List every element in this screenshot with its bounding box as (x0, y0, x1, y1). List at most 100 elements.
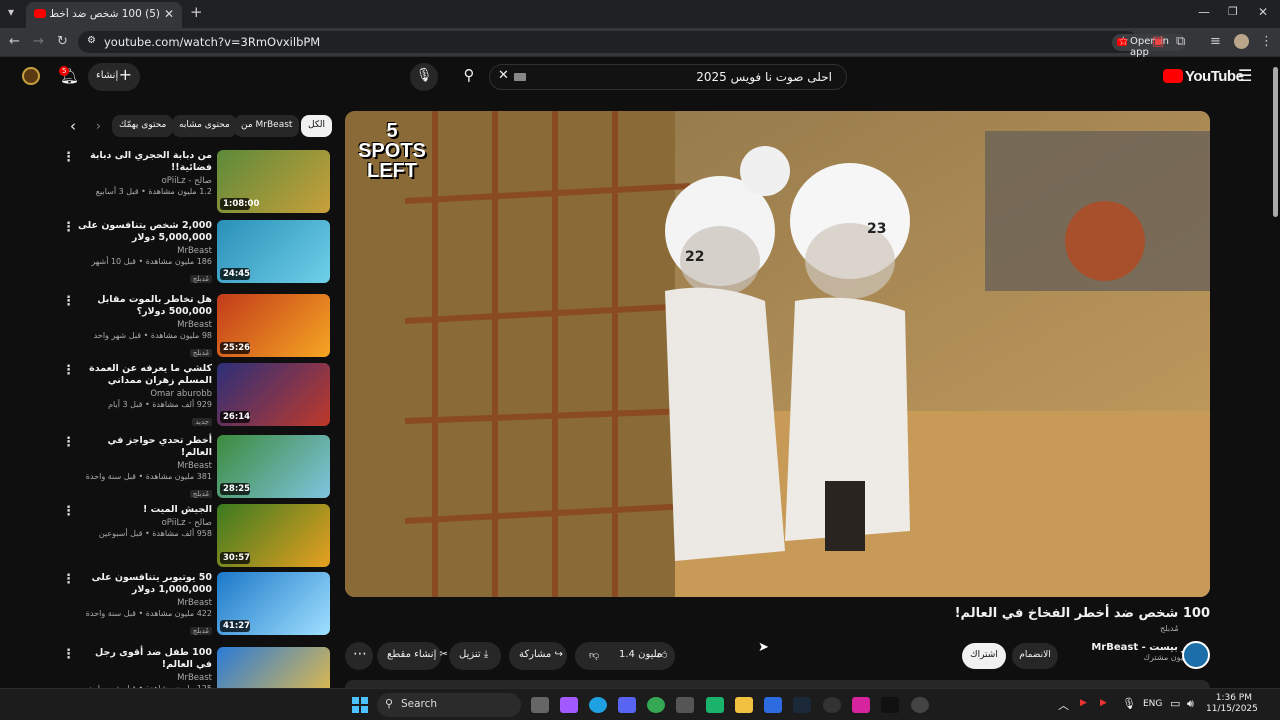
new-tab-icon[interactable]: + (190, 3, 203, 21)
reload-icon[interactable]: ↻ (57, 34, 68, 49)
recommendation-thumbnail[interactable]: 25:26 (217, 294, 330, 357)
windows-start-icon[interactable] (352, 697, 368, 713)
hamburger-menu-icon[interactable]: ☰ (1238, 66, 1252, 85)
bookmark-star-icon[interactable]: ☆ (1118, 34, 1129, 48)
more-options-icon[interactable]: ⋮ (62, 294, 75, 309)
browser-menu-icon[interactable]: ⋮ (1260, 34, 1273, 49)
tray-app-icon[interactable]: ▶ (1080, 698, 1087, 708)
instagram-icon[interactable] (852, 697, 870, 713)
recommendation-thumbnail[interactable]: 26:14 (217, 363, 330, 426)
discord-icon[interactable] (618, 697, 636, 713)
url-field[interactable]: ⚙ youtube.com/watch?v=3RmOvxilbPM Open i… (78, 31, 1186, 58)
scrollbar-thumb[interactable] (1273, 67, 1278, 217)
tab-list-icon[interactable]: ▾ (8, 5, 14, 19)
recommendation-channel[interactable]: صالح - oPiiLz (76, 176, 212, 186)
download-button[interactable]: تنزيل ⤓ (449, 642, 501, 670)
more-options-icon[interactable]: ⋮ (62, 572, 75, 587)
clear-search-icon[interactable]: ✕ (498, 68, 509, 83)
search-input[interactable]: احلى صوت نا فويس 2025 ✕ (489, 64, 847, 90)
recommendation-item[interactable]: ⋮ 50 يوتيوبر يتنافسون على 1,000,000 دولا… (60, 572, 332, 636)
close-tab-icon[interactable]: ✕ (164, 7, 174, 21)
recommendation-item[interactable]: ⋮ 2,000 شخص يتنافسون على 5,000,000 دولار… (60, 220, 332, 284)
recommendation-thumbnail[interactable]: 28:25 (217, 435, 330, 498)
more-options-icon[interactable]: ⋮ (62, 150, 75, 165)
more-options-icon[interactable]: ⋮ (62, 363, 75, 378)
forward-icon[interactable]: → (33, 34, 44, 49)
obs-icon[interactable] (823, 697, 841, 713)
join-button[interactable]: الانضمام (1012, 643, 1058, 669)
search-button[interactable]: ⚲ (450, 64, 488, 90)
recommendation-item[interactable]: ⋮ كلشي ما يعرفه عن العمدة المسلم زهران م… (60, 363, 332, 427)
chip-similar[interactable]: محتوى مشابه (172, 115, 237, 137)
file-explorer-icon[interactable] (735, 697, 753, 713)
recommendation-channel[interactable]: MrBeast (76, 246, 212, 256)
recommendation-channel[interactable]: MrBeast (76, 461, 212, 471)
extension-icon[interactable]: ▣ (1152, 34, 1164, 49)
edge-icon[interactable] (589, 697, 607, 713)
copilot-icon[interactable] (560, 697, 578, 713)
more-options-icon[interactable]: ⋮ (62, 435, 75, 450)
recommendation-thumbnail[interactable]: 1:08:00 (217, 150, 330, 213)
chips-prev-arrow-icon[interactable]: ‹ (70, 117, 76, 135)
recommendation-info: الجيش الميت ! صالح - oPiiLz 958 ألف مشاه… (76, 504, 212, 538)
taskbar-clock[interactable]: 1:36 PM 11/15/2025 (1206, 693, 1258, 715)
more-options-icon[interactable]: ⋮ (62, 647, 75, 662)
extensions-puzzle-icon[interactable]: ⧉ (1176, 34, 1185, 49)
share-button[interactable]: مشاركة ↪ (509, 642, 567, 670)
app-icon-2[interactable] (764, 697, 782, 713)
user-avatar[interactable] (22, 67, 40, 85)
recommendation-channel[interactable]: صالح - oPiiLz (76, 518, 212, 528)
tray-app-icon-2[interactable]: ▶ (1100, 698, 1107, 708)
tray-mic-icon[interactable]: 🎙︎ (1122, 697, 1136, 710)
recommendation-channel[interactable]: MrBeast (76, 320, 212, 330)
restore-icon[interactable]: ❐ (1228, 5, 1238, 18)
subscribe-button[interactable]: اشتراك (962, 643, 1006, 669)
chrome-icon[interactable] (647, 697, 665, 713)
app-icon-3[interactable] (911, 697, 929, 713)
back-icon[interactable]: ← (9, 34, 20, 49)
create-button[interactable]: إنشاء + (88, 63, 140, 91)
more-actions-icon[interactable]: ⋯ (345, 642, 373, 670)
minimize-icon[interactable]: — (1198, 5, 1210, 19)
tray-chevron-icon[interactable]: ︿ (1058, 697, 1069, 713)
page-scrollbar[interactable] (1271, 57, 1280, 688)
recommendation-thumbnail[interactable]: 30:57 (217, 504, 330, 567)
media-control-icon[interactable]: ≡ (1210, 34, 1221, 49)
voice-search-button[interactable]: 🎙︎ (410, 63, 438, 91)
more-options-icon[interactable]: ⋮ (62, 504, 75, 519)
app-icon[interactable] (706, 697, 724, 713)
recommendation-item[interactable]: ⋮ الجيش الميت ! صالح - oPiiLz 958 ألف مش… (60, 504, 332, 568)
recommendation-channel[interactable]: MrBeast (76, 598, 212, 608)
chip-for-you[interactable]: محتوى يهمّك (112, 115, 174, 137)
chip-from-mrbeast[interactable]: من MrBeast (234, 115, 300, 137)
recommendation-item[interactable]: ⋮ أخطر تحدي حواجز في العالم! MrBeast 381… (60, 435, 332, 499)
more-options-icon[interactable]: ⋮ (62, 220, 75, 235)
keyboard-icon[interactable] (514, 73, 526, 81)
site-info-icon[interactable]: ⚙ (87, 35, 96, 46)
youtube-logo[interactable]: YouTube (1163, 68, 1244, 85)
close-window-icon[interactable]: ✕ (1258, 5, 1268, 19)
clip-button[interactable]: إنشاء مقطع ✂ (377, 642, 448, 670)
task-view-icon[interactable] (531, 697, 549, 713)
language-indicator[interactable]: ENG (1143, 699, 1162, 709)
video-player[interactable]: 22 23 5 SPOTS LEFT (345, 111, 1210, 597)
tiktok-icon[interactable] (881, 697, 899, 713)
volume-icon[interactable]: 🔊︎ (1187, 697, 1194, 711)
recommendation-thumbnail[interactable]: 41:27 (217, 572, 330, 635)
chip-all[interactable]: الكل (301, 115, 333, 137)
profile-avatar[interactable] (1234, 34, 1249, 49)
channel-avatar[interactable] (1182, 641, 1210, 669)
recommendation-item[interactable]: ⋮ من دبابة الحجري الى دبابة فضائية!! صال… (60, 150, 332, 214)
description-box[interactable] (345, 680, 1210, 688)
like-icon[interactable]: 👍︎ (657, 649, 667, 661)
recommendation-thumbnail[interactable]: 24:45 (217, 220, 330, 283)
browser-tab[interactable]: (5) 100 شخص ضد أخطر الفخ... ✕ (26, 2, 182, 28)
recommendation-channel[interactable]: MrBeast (76, 673, 212, 683)
steam-icon[interactable] (793, 697, 811, 713)
recommendation-channel[interactable]: Omar aburobb (76, 389, 212, 399)
store-icon[interactable] (676, 697, 694, 713)
taskbar-search[interactable]: ⚲ Search (377, 693, 521, 717)
dislike-icon[interactable]: 👎︎ (589, 650, 599, 661)
network-icon[interactable]: ▭ (1170, 697, 1180, 710)
recommendation-item[interactable]: ⋮ هل تخاطر بالموت مقابل 500,000 دولار؟ M… (60, 294, 332, 358)
